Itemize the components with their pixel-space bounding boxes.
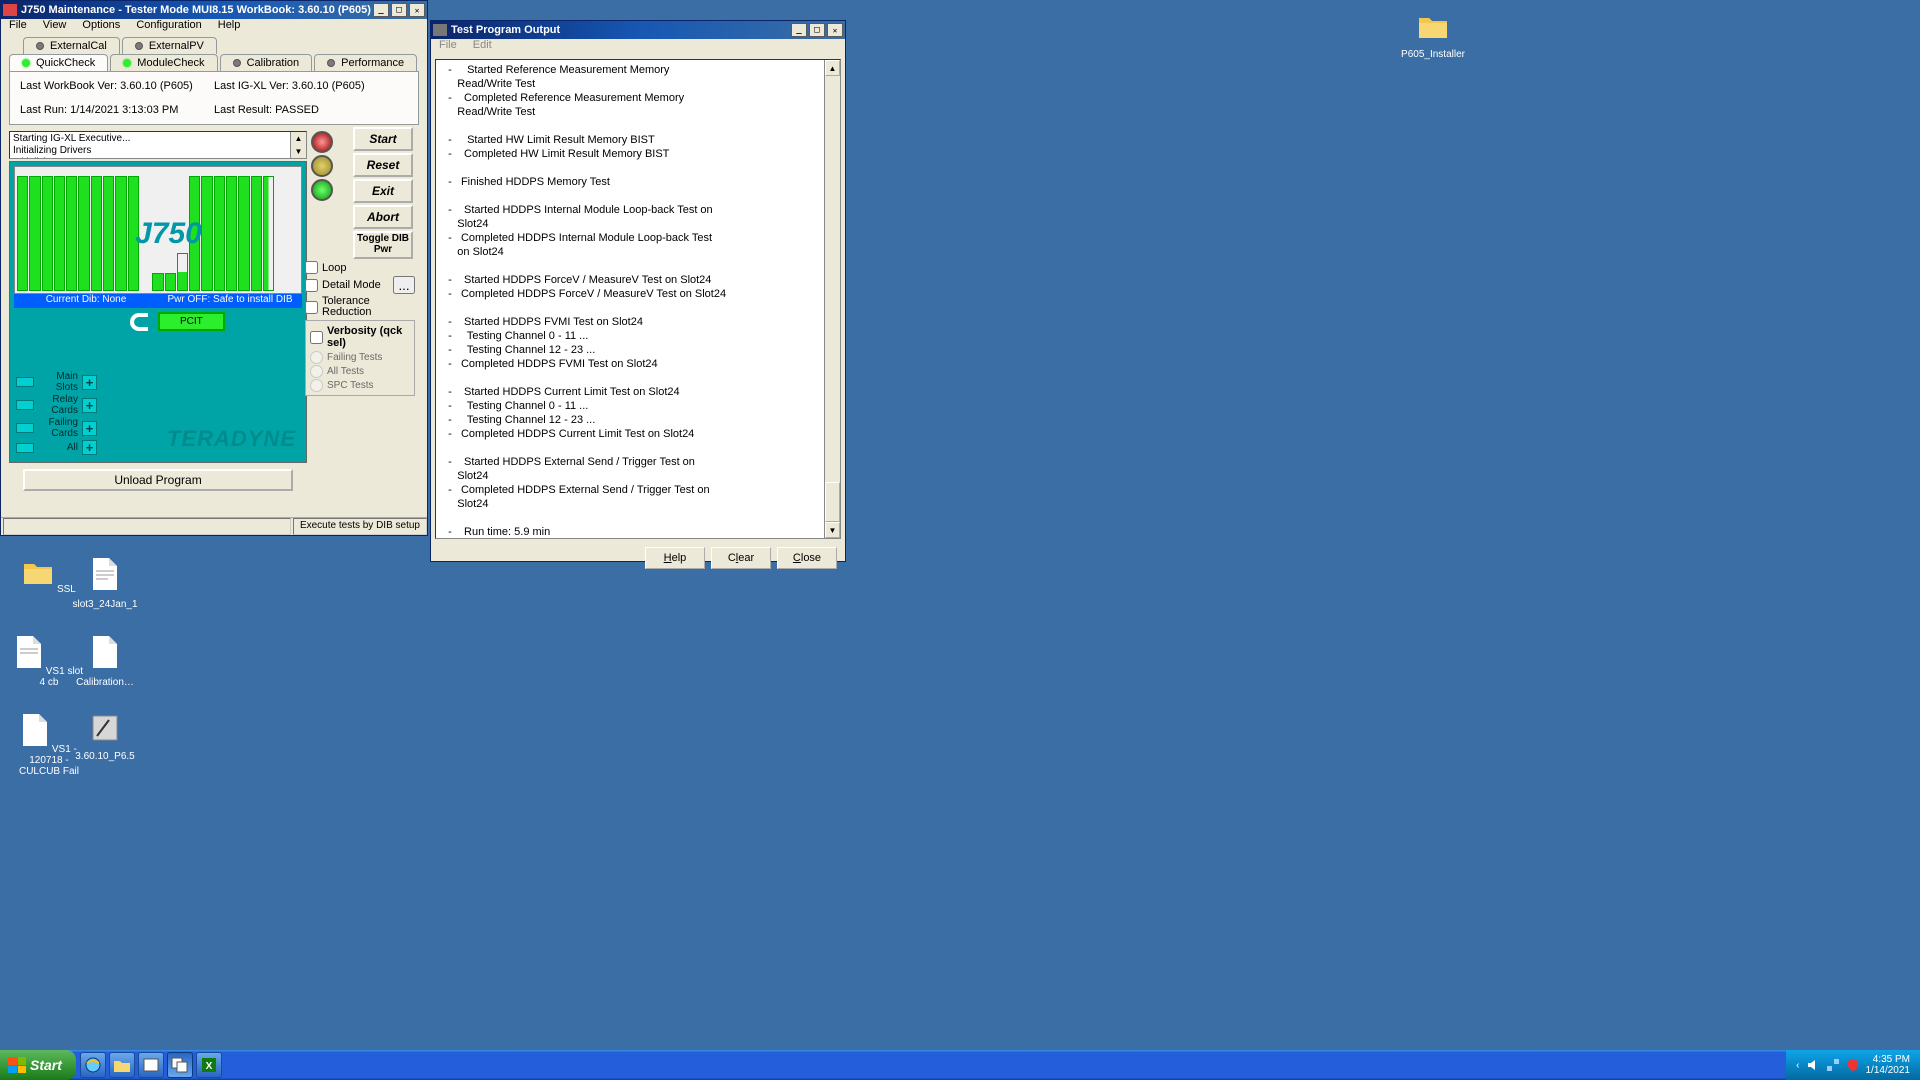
dib-power: Pwr OFF: Safe to install DIB — [158, 294, 302, 308]
tester-slot-view: J750 Current Dib: None Pwr OFF: Safe to … — [9, 161, 307, 463]
radio-all-tests — [310, 365, 323, 378]
toggle-dib-pwr-button[interactable]: Toggle DIB Pwr — [353, 231, 413, 259]
tb-explorer-icon[interactable] — [109, 1052, 135, 1078]
tb-excel-icon[interactable]: X — [196, 1052, 222, 1078]
start-button[interactable]: Start — [0, 1050, 76, 1080]
tray-shield-icon[interactable] — [1846, 1058, 1860, 1072]
windows-logo-icon — [8, 1057, 26, 1073]
filter-panel: Main Slots+ Relay Cards+ Failing Cards+ … — [16, 370, 97, 456]
log-output: Starting IG-XL Executive... Initializing… — [9, 131, 307, 159]
taskbar-clock[interactable]: 4:35 PM 1/14/2021 — [1866, 1054, 1911, 1076]
tpo-app-icon — [433, 24, 447, 36]
minimize-button[interactable]: _ — [373, 3, 389, 17]
start-button[interactable]: Start — [353, 127, 413, 151]
close-button[interactable]: ✕ — [409, 3, 425, 17]
j750-statusbar: Execute tests by DIB setup — [1, 517, 427, 535]
tab-performance[interactable]: Performance — [314, 54, 417, 71]
tray-network-icon[interactable] — [1826, 1058, 1840, 1072]
log-scrollbar[interactable]: ▲▼ — [290, 132, 306, 158]
radio-failing-tests — [310, 351, 323, 364]
tray-volume-icon[interactable] — [1806, 1058, 1820, 1072]
menu-options[interactable]: Options — [78, 19, 124, 35]
j750-title: J750 Maintenance - Tester Mode MUI8.15 W… — [21, 4, 371, 16]
slot-diagram: J750 — [14, 166, 302, 294]
tab-externalpv[interactable]: ExternalPV — [122, 37, 217, 54]
quickcheck-panel: Last WorkBook Ver: 3.60.10 (P605)Last IG… — [9, 71, 419, 125]
tab-modulecheck[interactable]: ModuleCheck — [110, 54, 217, 71]
verbosity-checkbox[interactable] — [310, 331, 323, 344]
radio-spc-tests — [310, 379, 323, 392]
tray-expand-icon[interactable]: ‹ — [1796, 1060, 1799, 1071]
dib-connector: PCIT — [130, 312, 225, 331]
j750-app-icon — [3, 4, 17, 16]
verbosity-group: Verbosity (qck sel) Failing Tests All Te… — [305, 320, 415, 396]
maximize-button[interactable]: □ — [391, 3, 407, 17]
tb-app2-icon[interactable] — [167, 1052, 193, 1078]
j750-maintenance-window: J750 Maintenance - Tester Mode MUI8.15 W… — [0, 0, 428, 536]
desktop-icon-slot3[interactable]: slot3_24Jan_1 — [70, 556, 140, 610]
j750-titlebar[interactable]: J750 Maintenance - Tester Mode MUI8.15 W… — [1, 1, 427, 19]
tpo-menubar: File Edit — [431, 39, 845, 55]
tpo-title: Test Program Output — [451, 24, 789, 36]
loop-checkbox[interactable] — [305, 261, 318, 274]
status-light-green — [311, 179, 333, 201]
tpo-close-button2[interactable]: Close — [777, 547, 837, 569]
pcit-box[interactable]: PCIT — [158, 312, 225, 331]
desktop-icon-36010[interactable]: 3.60.10_P6.5 — [70, 712, 140, 762]
tb-app1-icon[interactable] — [138, 1052, 164, 1078]
desktop-icon-calibration[interactable]: Calibration… — [70, 634, 140, 688]
tpo-close-button[interactable]: ✕ — [827, 23, 843, 37]
tpo-minimize-button[interactable]: _ — [791, 23, 807, 37]
reset-button[interactable]: Reset — [353, 153, 413, 177]
filter-plus-icon[interactable]: + — [82, 375, 97, 390]
last-workbook-ver: Last WorkBook Ver: 3.60.10 (P605) — [20, 78, 214, 94]
unload-program-button[interactable]: Unload Program — [23, 469, 293, 491]
tpo-maximize-button[interactable]: □ — [809, 23, 825, 37]
abort-button[interactable]: Abort — [353, 205, 413, 229]
exit-button[interactable]: Exit — [353, 179, 413, 203]
tpo-output-text[interactable]: - Started Reference Measurement Memory R… — [435, 59, 841, 539]
test-program-output-window: Test Program Output _ □ ✕ File Edit - St… — [430, 20, 846, 562]
tab-calibration[interactable]: Calibration — [220, 54, 313, 71]
last-igxl-ver: Last IG-XL Ver: 3.60.10 (P605) — [214, 78, 408, 94]
tpo-scrollbar[interactable]: ▲▼ — [824, 60, 840, 538]
status-light-red — [311, 131, 333, 153]
tolerance-reduction-checkbox[interactable] — [305, 301, 318, 314]
taskbar: Start X ‹ 4:35 PM 1/14/2021 — [0, 1050, 1920, 1080]
tpo-menu-edit[interactable]: Edit — [469, 39, 496, 55]
detail-more-button[interactable]: ... — [393, 276, 415, 294]
dib-status-row: Current Dib: None Pwr OFF: Safe to insta… — [14, 294, 302, 308]
control-panel: Start Reset Exit Abort Toggle DIB Pwr Lo… — [305, 127, 415, 396]
tpo-help-button[interactable]: Help — [645, 547, 705, 569]
desktop-icon-p605-installer[interactable]: P605_Installer — [1398, 10, 1468, 60]
status-text: Execute tests by DIB setup — [293, 518, 427, 535]
filter-all: All — [38, 442, 78, 453]
last-run: Last Run: 1/14/2021 3:13:03 PM — [20, 102, 214, 118]
menu-configuration[interactable]: Configuration — [132, 19, 205, 35]
filter-failing-cards: Failing Cards — [38, 417, 78, 439]
tpo-clear-button[interactable]: Clear — [711, 547, 771, 569]
menu-help[interactable]: Help — [214, 19, 245, 35]
menu-file[interactable]: File — [5, 19, 31, 35]
j750-menubar: File View Options Configuration Help — [1, 19, 427, 35]
tpo-titlebar[interactable]: Test Program Output _ □ ✕ — [431, 21, 845, 39]
last-result: Last Result: PASSED — [214, 102, 408, 118]
tb-ie-icon[interactable] — [80, 1052, 106, 1078]
tpo-menu-file[interactable]: File — [435, 39, 461, 55]
menu-view[interactable]: View — [39, 19, 71, 35]
filter-main-slots: Main Slots — [38, 371, 78, 393]
teradyne-brand: TERADYNE — [167, 426, 296, 452]
tab-quickcheck[interactable]: QuickCheck — [9, 54, 108, 71]
filter-relay-cards: Relay Cards — [38, 394, 78, 416]
j750-label: J750 — [135, 217, 202, 251]
svg-text:X: X — [206, 1061, 213, 1072]
status-light-yellow — [311, 155, 333, 177]
system-tray: ‹ 4:35 PM 1/14/2021 — [1786, 1050, 1920, 1080]
detail-mode-checkbox[interactable] — [305, 279, 318, 292]
tab-externalcal[interactable]: ExternalCal — [23, 37, 120, 54]
dib-current: Current Dib: None — [14, 294, 158, 308]
